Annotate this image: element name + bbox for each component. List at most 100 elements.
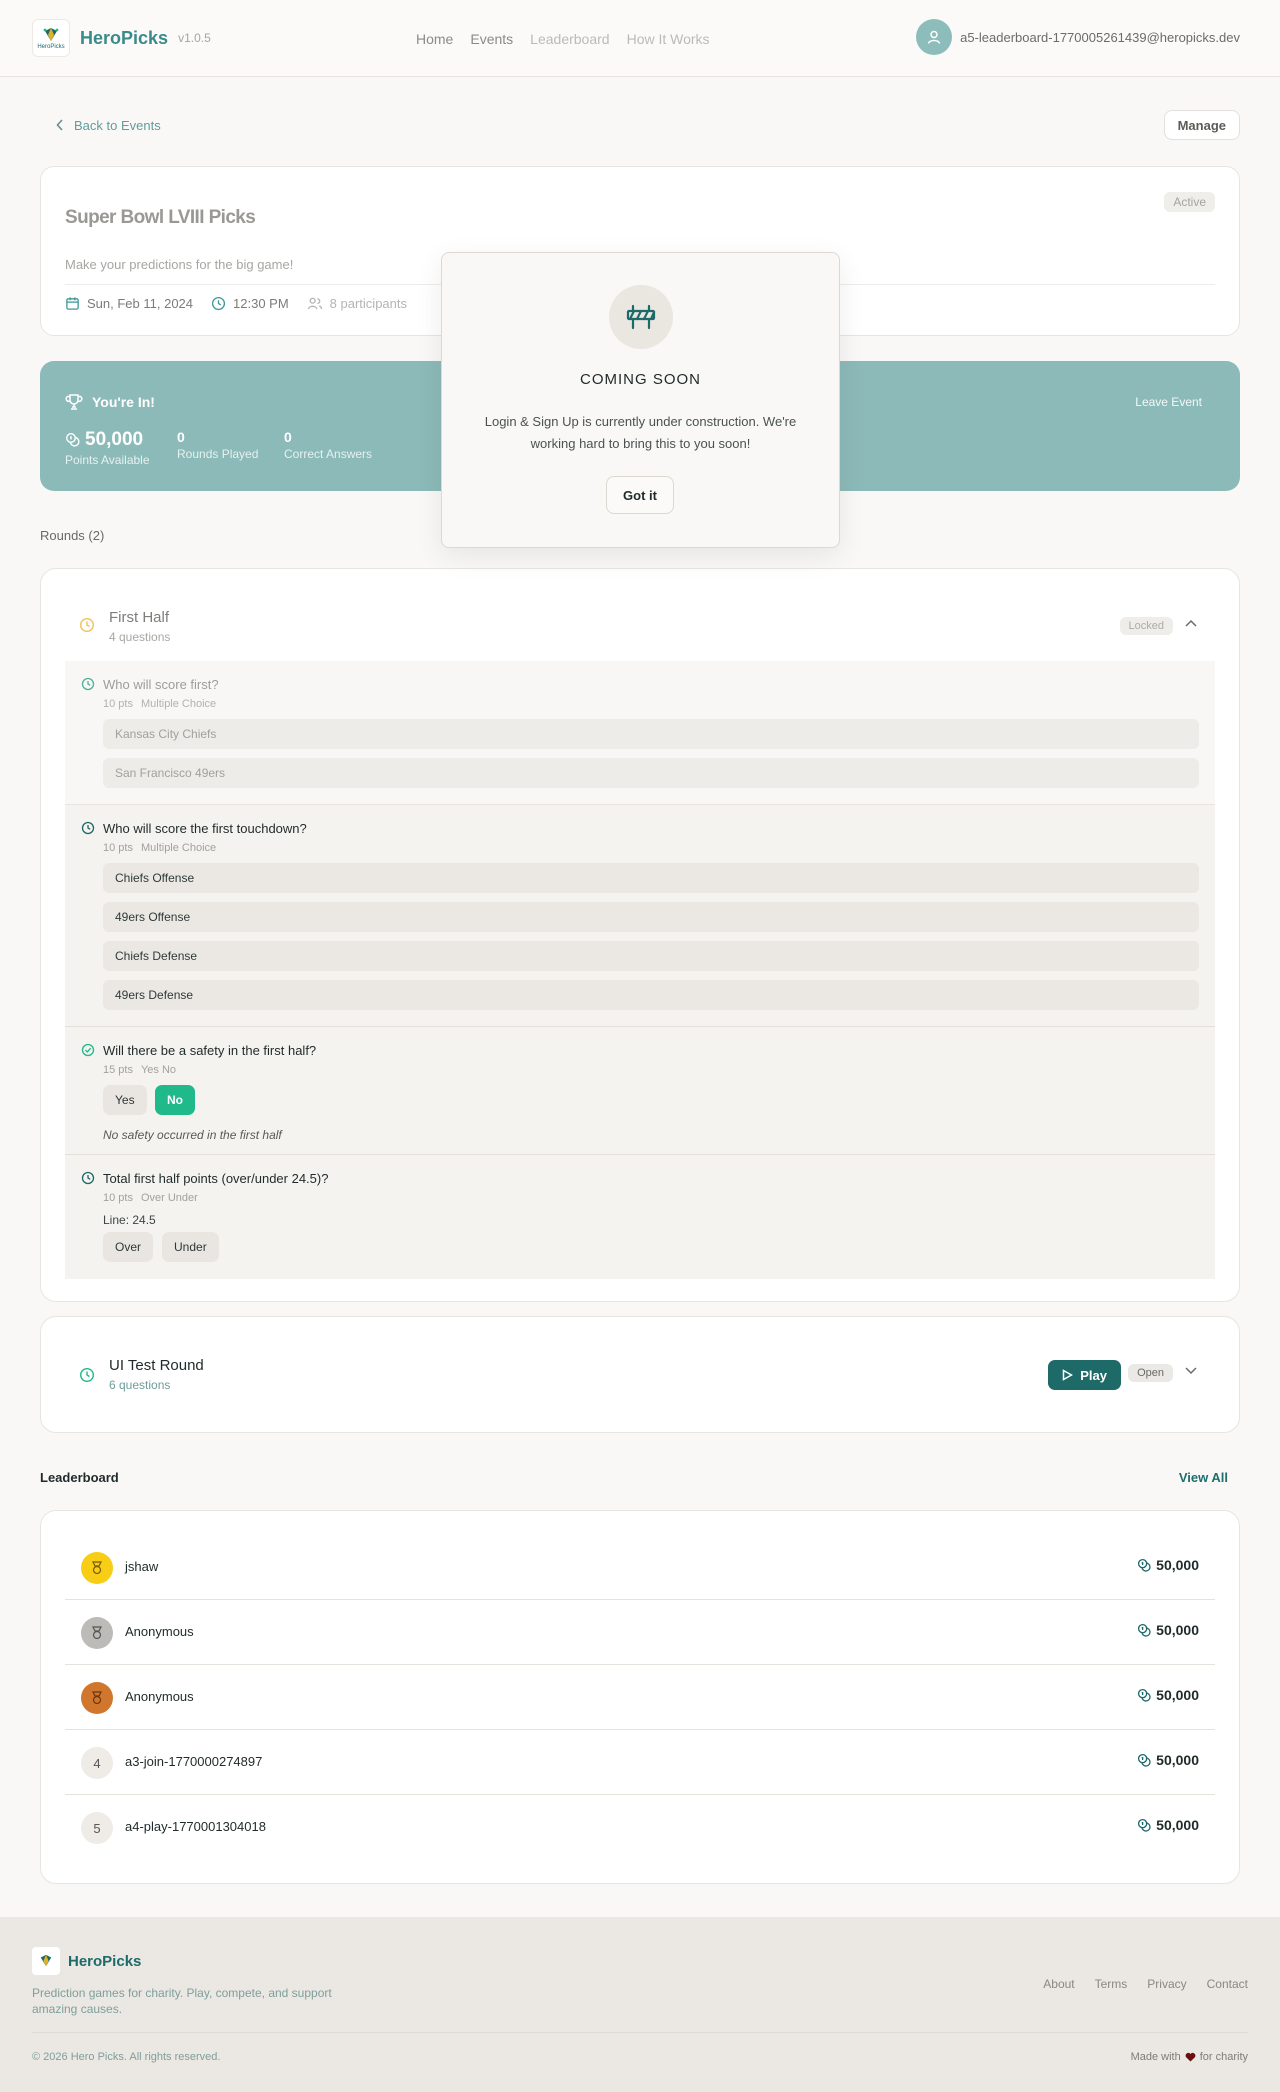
leaderboard-card: jshaw 50,000 Anonymous 50,000 Anonymous … (40, 1510, 1240, 1884)
stat-rounds-played: 0 Rounds Played (177, 429, 259, 461)
chevron-up-icon[interactable] (1185, 619, 1197, 627)
round-title[interactable]: First Half (109, 609, 169, 626)
avatar[interactable] (916, 19, 953, 55)
heart-icon (1185, 2052, 1196, 2062)
footer-link-privacy[interactable]: Privacy (1147, 1977, 1186, 1991)
round-subtitle: 6 questions (109, 1378, 171, 1392)
made-with-love: Made with for charity (1130, 2051, 1248, 2063)
medal-icon (92, 1561, 102, 1575)
play-button[interactable]: Play (1048, 1360, 1121, 1390)
leave-event-button[interactable]: Leave Event (1135, 395, 1202, 409)
medal-icon (92, 1691, 102, 1705)
option-button[interactable]: Chiefs Offense (103, 863, 1199, 893)
leaderboard-row[interactable]: jshaw 50,000 (65, 1535, 1215, 1600)
footer-logo[interactable] (32, 1947, 60, 1975)
coins-icon (1138, 1688, 1151, 1702)
round-card-first-half: First Half 4 questions Locked Who will s… (40, 568, 1240, 1302)
main-nav: Home Events Leaderboard How It Works (416, 0, 710, 77)
dialog-title: COMING SOON (579, 371, 701, 388)
dialog-message: Login & Sign Up is currently under const… (484, 414, 797, 451)
status-badge: Active (1164, 192, 1215, 212)
users-icon (307, 297, 322, 310)
event-date: Sun, Feb 11, 2024 (65, 296, 193, 311)
construction-barrier-icon (626, 304, 656, 330)
user-icon (927, 30, 941, 44)
back-to-events-link[interactable]: Back to Events (40, 110, 1240, 140)
question-title: Total first half points (over/under 24.5… (103, 1171, 329, 1186)
view-all-link[interactable]: View All (1179, 1470, 1228, 1485)
player-name: Anonymous (125, 1689, 194, 1704)
footer-link-contact[interactable]: Contact (1207, 1977, 1248, 1991)
points-value: 50,000 (65, 429, 150, 451)
event-time: 12:30 PM (211, 296, 289, 311)
option-button[interactable]: 49ers Offense (103, 902, 1199, 932)
top-navbar: HeroPicks HeroPicks v1.0.5 Home Events L… (0, 0, 1280, 77)
rank-number: 4 (81, 1747, 113, 1779)
chevron-down-icon[interactable] (1185, 1367, 1197, 1375)
user-menu[interactable]: a5-leaderboard-1770005261439@heropicks.d… (916, 19, 1240, 55)
leaderboard-row[interactable]: Anonymous 50,000 (65, 1665, 1215, 1730)
event-title: Super Bowl LVIII Picks (65, 207, 256, 228)
leaderboard-row[interactable]: Anonymous 50,000 (65, 1600, 1215, 1665)
round-title[interactable]: UI Test Round (109, 1357, 204, 1374)
coins-icon (1138, 1818, 1151, 1832)
construction-icon-wrap (609, 285, 673, 349)
question-item: Who will score the first touchdown? 10 p… (65, 805, 1215, 1027)
clock-icon (211, 296, 226, 311)
question-meta: 15 pts Yes No (103, 1064, 177, 1076)
medal-icon (92, 1626, 102, 1640)
question-meta: 10 pts Multiple Choice (103, 842, 217, 854)
divider (32, 2032, 1248, 2033)
player-name: Anonymous (125, 1624, 194, 1639)
footer: HeroPicks Prediction games for charity. … (0, 1917, 1280, 2092)
footer-links: About Terms Privacy Contact (1043, 1977, 1248, 1991)
player-points: 50,000 (1137, 1687, 1199, 1703)
option-no-selected[interactable]: No (155, 1085, 195, 1115)
result-note: No safety occurred in the first half (103, 1128, 282, 1142)
player-points: 50,000 (1137, 1557, 1199, 1573)
option-button[interactable]: Kansas City Chiefs (103, 719, 1199, 749)
rank-badge-gold (81, 1552, 113, 1584)
option-yes[interactable]: Yes (103, 1085, 147, 1115)
version-label: v1.0.5 (178, 31, 211, 45)
question-list: Who will score first? 10 pts Multiple Cho… (65, 661, 1215, 1279)
option-button[interactable]: Chiefs Defense (103, 941, 1199, 971)
option-button[interactable]: San Francisco 49ers (103, 758, 1199, 788)
coins-icon (1138, 1558, 1151, 1572)
logo-wordmark: HeroPicks (37, 43, 65, 50)
got-it-button[interactable]: Got it (606, 476, 674, 514)
stat-points: 50,000 Points Available (65, 429, 150, 467)
open-badge: Open (1128, 1364, 1173, 1382)
brand-name[interactable]: HeroPicks (80, 28, 168, 49)
footer-brand: HeroPicks (68, 1953, 142, 1970)
event-description: Make your predictions for the big game! (65, 257, 294, 272)
chevron-left-icon (56, 119, 63, 131)
nav-how-it-works[interactable]: How It Works (627, 31, 710, 47)
clock-icon (81, 1171, 95, 1185)
trophy-icon (65, 394, 83, 410)
round-subtitle: 4 questions (109, 630, 171, 644)
leaderboard-row[interactable]: 4 a3-join-1770000274897 50,000 (65, 1730, 1215, 1795)
question-meta: 10 pts Multiple Choice (103, 698, 217, 710)
option-button[interactable]: 49ers Defense (103, 980, 1199, 1010)
footer-link-terms[interactable]: Terms (1095, 1977, 1128, 1991)
event-meta: Sun, Feb 11, 2024 12:30 PM 8 participant… (65, 296, 407, 311)
question-title: Who will score first? (103, 677, 219, 692)
logo[interactable]: HeroPicks (32, 19, 70, 57)
back-label: Back to Events (74, 117, 161, 133)
player-points: 50,000 (1137, 1817, 1199, 1833)
option-under[interactable]: Under (162, 1232, 219, 1262)
player-points: 50,000 (1137, 1622, 1199, 1638)
play-icon (1063, 1369, 1074, 1381)
option-over[interactable]: Over (103, 1232, 154, 1262)
footer-link-about[interactable]: About (1043, 1977, 1074, 1991)
manage-button[interactable]: Manage (1163, 110, 1240, 140)
nav-leaderboard[interactable]: Leaderboard (530, 31, 609, 47)
footer-tagline: Prediction games for charity. Play, comp… (32, 1986, 332, 2016)
nav-events[interactable]: Events (470, 31, 513, 47)
clock-icon (81, 821, 95, 835)
question-title: Will there be a safety in the first half… (103, 1043, 317, 1058)
leaderboard-row[interactable]: 5 a4-play-1770001304018 50,000 (65, 1795, 1215, 1860)
nav-home[interactable]: Home (416, 31, 453, 47)
question-meta: 10 pts Over Under (103, 1192, 198, 1204)
